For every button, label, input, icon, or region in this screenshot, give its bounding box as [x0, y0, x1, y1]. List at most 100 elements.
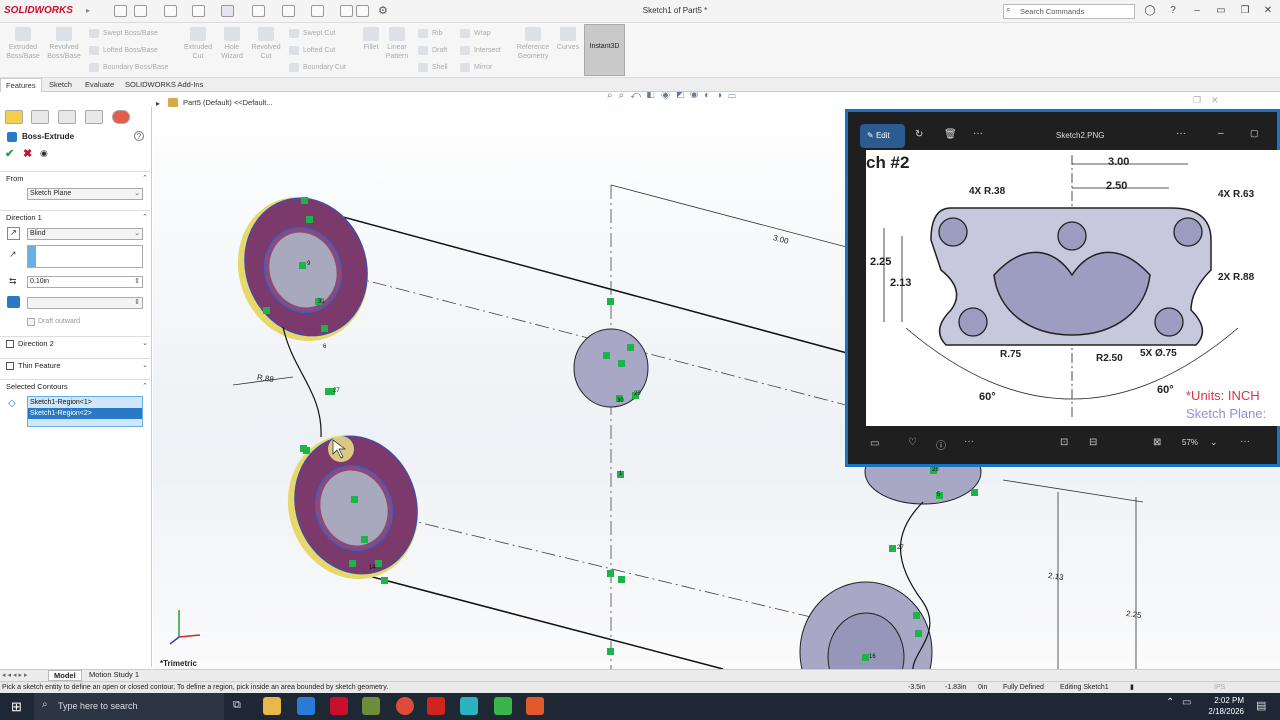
tab-model[interactable]: Model [48, 670, 82, 681]
dimension-line-300[interactable] [610, 184, 874, 255]
taskbar-date[interactable]: 2/18/2026 [1200, 707, 1244, 716]
from-select[interactable]: Sketch Plane ⌄ [27, 188, 143, 200]
depth-input[interactable]: 0.10in ⇕ [27, 276, 143, 288]
undo-icon[interactable] [252, 5, 265, 17]
unit-system[interactable]: IPS [1214, 682, 1225, 693]
status-icon[interactable]: ▮ [1130, 682, 1134, 693]
zoom-level[interactable]: 57% [1182, 438, 1198, 447]
menu-expand-icon[interactable]: ▸ [86, 6, 90, 15]
dimxpert-tab-icon[interactable] [85, 110, 103, 124]
end-condition-select[interactable]: Blind ⌄ [27, 228, 143, 240]
preview-eye-icon[interactable]: ◉ [40, 148, 48, 159]
ok-check-icon[interactable]: ✔ [5, 147, 14, 160]
chrome-icon[interactable] [396, 697, 414, 715]
boundary-cut-button[interactable]: Boundary Cut [289, 61, 346, 74]
section-from[interactable]: From ⌃ [0, 171, 150, 185]
lofted-boss-button[interactable]: Lofted Boss/Base [89, 44, 158, 57]
thin-feature-checkbox[interactable] [6, 362, 14, 371]
favorite-heart-icon[interactable]: ♡ [908, 437, 917, 448]
centerline-lower[interactable] [354, 506, 874, 633]
filmstrip-icon[interactable]: ▭ [870, 438, 879, 449]
sketch-line-bottom[interactable] [364, 574, 724, 669]
lofted-cut-button[interactable]: Lofted Cut [289, 44, 335, 57]
taskbar-search[interactable]: ⌕ Type here to search [34, 693, 224, 720]
mirror-button[interactable]: Mirror [460, 61, 492, 74]
direction2-checkbox[interactable] [6, 340, 14, 349]
acrobat-icon[interactable] [427, 697, 445, 715]
close-icon[interactable]: ✕ [1261, 4, 1275, 18]
swept-cut-button[interactable]: Swept Cut [289, 27, 335, 40]
search-commands-input[interactable]: Search Commands [1003, 4, 1135, 19]
home-icon[interactable] [114, 5, 127, 17]
outlook-icon[interactable] [297, 697, 315, 715]
section-selected-contours[interactable]: Selected Contours ⌃ [0, 379, 150, 393]
more-icon[interactable]: ··· [973, 128, 983, 139]
tab-evaluate[interactable]: Evaluate [80, 78, 119, 92]
display-manager-tab-icon[interactable] [112, 110, 130, 124]
tab-features[interactable]: Features [0, 78, 42, 92]
list-item[interactable]: Sketch1-Region<1> [28, 397, 142, 408]
layout-icon[interactable]: ▭ [1214, 4, 1228, 18]
revolved-boss-button[interactable]: Revolved Boss/Base [43, 27, 85, 61]
user-icon[interactable]: ◯ [1143, 4, 1157, 18]
rib-button[interactable]: Rib [418, 27, 443, 40]
select-icon[interactable] [311, 5, 324, 17]
open-icon[interactable] [164, 5, 177, 17]
tab-sketch[interactable]: Sketch [44, 78, 77, 92]
notification-icon[interactable]: ▤ [1256, 699, 1266, 712]
zoom-in-icon[interactable]: ⊡ [1060, 437, 1068, 448]
save-icon[interactable] [192, 5, 205, 17]
configuration-manager-tab-icon[interactable] [58, 110, 76, 124]
section-direction2[interactable]: Direction 2 ⌄ [0, 336, 150, 350]
contours-list[interactable]: Sketch1-Region<1> Sketch1-Region<2> [27, 396, 143, 427]
reverse-direction-icon[interactable]: ↗ [7, 227, 20, 240]
zoom-dropdown-icon[interactable]: ⌄ [1210, 437, 1218, 448]
cancel-x-icon[interactable]: ✖ [23, 147, 32, 160]
shell-button[interactable]: Shell [418, 61, 448, 74]
draft-toggle-icon[interactable] [7, 296, 20, 308]
section-thin-feature[interactable]: Thin Feature ⌄ [0, 358, 150, 372]
windows-start-icon[interactable]: ⊞ [11, 699, 22, 715]
tab-scroll-icons[interactable]: ◂◂◂▸▸ [2, 671, 30, 679]
intersect-button[interactable]: Intersect [460, 44, 501, 57]
solidworks-taskbar-icon[interactable] [330, 697, 348, 715]
file-properties-icon[interactable] [356, 5, 369, 17]
help-icon[interactable]: ? [134, 131, 144, 141]
window-more-icon[interactable]: ··· [1176, 128, 1186, 139]
property-manager-tab-icon[interactable] [31, 110, 49, 124]
tray-up-icon[interactable]: ⌃ [1166, 697, 1174, 708]
print-icon[interactable] [221, 5, 234, 17]
edit-button[interactable]: ✎ Edit [860, 124, 905, 148]
new-document-icon[interactable] [134, 5, 147, 17]
redo-icon[interactable] [282, 5, 295, 17]
tab-addins[interactable]: SOLIDWORKS Add-Ins [120, 78, 208, 92]
section-direction1[interactable]: Direction 1 ⌃ [0, 210, 150, 224]
zoom-out-icon[interactable]: ⊟ [1089, 437, 1097, 448]
camtasia-icon[interactable] [494, 697, 512, 715]
instant3d-button[interactable]: Instant3D [584, 24, 625, 76]
app-icon[interactable] [460, 697, 478, 715]
taskbar-time[interactable]: 2:02 PM [1204, 696, 1244, 705]
swept-boss-button[interactable]: Swept Boss/Base [89, 27, 158, 40]
tab-motion-study[interactable]: Motion Study 1 [84, 670, 144, 681]
direction-vector-box[interactable] [27, 245, 143, 268]
help-icon[interactable]: ? [1166, 4, 1180, 18]
gear-icon[interactable]: ⚙ [378, 4, 388, 17]
viewport-window-controls[interactable]: ▭▭–❐✕ [1193, 92, 1280, 106]
sketch-arc-r88[interactable] [282, 326, 322, 438]
draft-button[interactable]: Draft [418, 44, 447, 57]
minimize-icon[interactable]: – [1190, 4, 1204, 18]
bottom-more-icon[interactable]: ··· [964, 436, 974, 447]
list-item[interactable]: Sketch1-Region<2> [28, 408, 142, 419]
wrap-button[interactable]: Wrap [460, 27, 491, 40]
draft-outward-checkbox[interactable] [27, 318, 35, 326]
app-icon[interactable] [362, 697, 380, 715]
restore-icon[interactable]: ❐ [1238, 4, 1252, 18]
curves-button[interactable]: Curves [547, 27, 589, 52]
photos-minimize-icon[interactable]: – [1218, 128, 1224, 139]
photos-maximize-icon[interactable]: ▢ [1250, 128, 1259, 139]
rotate-icon[interactable]: ↻ [915, 129, 923, 140]
fit-icon[interactable]: ⊠ [1153, 437, 1161, 448]
network-icon[interactable]: ▭ [1182, 697, 1191, 708]
feature-manager-tab-icon[interactable] [5, 110, 23, 124]
